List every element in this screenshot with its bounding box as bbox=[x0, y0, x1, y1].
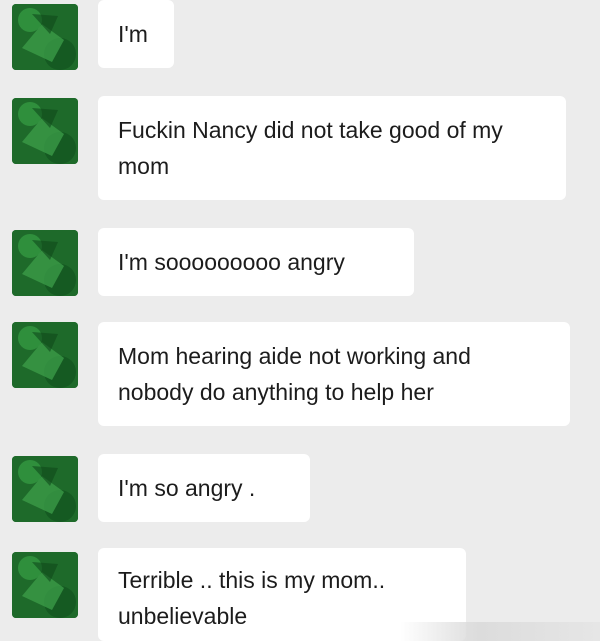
message-text: Terrible .. this is my mom.. unbelievabl… bbox=[118, 567, 386, 629]
message-bubble[interactable]: Fuckin Nancy did not take good of my mom bbox=[98, 96, 566, 200]
bottom-edge-shadow bbox=[400, 622, 600, 641]
message-text: I'm sooooooooo angry bbox=[118, 249, 345, 275]
message-text: I'm so angry . bbox=[118, 475, 256, 501]
chat-thread: I'm Fuckin Nancy did not take good of my… bbox=[0, 0, 600, 641]
contact-avatar-icon[interactable] bbox=[12, 322, 78, 388]
contact-avatar-icon[interactable] bbox=[12, 552, 78, 618]
message-text: Mom hearing aide not working and nobody … bbox=[118, 343, 471, 405]
message-text: I'm bbox=[118, 21, 148, 47]
message-bubble[interactable]: I'm sooooooooo angry bbox=[98, 228, 414, 296]
message-bubble[interactable]: Mom hearing aide not working and nobody … bbox=[98, 322, 570, 426]
contact-avatar-icon[interactable] bbox=[12, 98, 78, 164]
contact-avatar-icon[interactable] bbox=[12, 4, 78, 70]
message-bubble[interactable]: I'm bbox=[98, 0, 174, 68]
message-bubble[interactable]: I'm so angry . bbox=[98, 454, 310, 522]
contact-avatar-icon[interactable] bbox=[12, 456, 78, 522]
contact-avatar-icon[interactable] bbox=[12, 230, 78, 296]
message-text: Fuckin Nancy did not take good of my mom bbox=[118, 117, 503, 179]
